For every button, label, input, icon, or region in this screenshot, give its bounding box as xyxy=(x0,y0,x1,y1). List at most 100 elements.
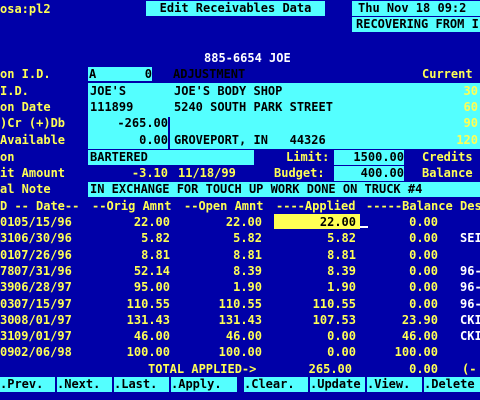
menu-clear-button[interactable]: .Clear. xyxy=(244,377,308,392)
col-header-orig-amount: --Orig Amnt xyxy=(92,199,172,213)
cell-orig-amount: 52.14 xyxy=(133,263,170,278)
customer-city-state-zip: GROVEPORT, IN 44326 xyxy=(174,133,326,147)
reason-field[interactable]: BARTERED xyxy=(88,150,254,165)
cell-date: 07/26/96 xyxy=(14,247,72,262)
menu-prev-button[interactable]: .Prev. xyxy=(0,377,55,392)
app-id: osa:pl2 xyxy=(0,2,51,16)
cell-id: 09 xyxy=(0,345,15,360)
credit-date-value: 11/18/99 xyxy=(178,166,236,180)
cell-applied[interactable]: 1.90 xyxy=(276,280,356,294)
cell-description: CKI xyxy=(460,312,480,327)
cell-applied[interactable]: 110.55 xyxy=(276,297,356,311)
date-time: Thu Nov 18 09:2 xyxy=(352,1,480,16)
total-applied-value: 265.00 xyxy=(308,362,352,376)
aging-60: 60 xyxy=(463,100,478,114)
cell-orig-amount: 46.00 xyxy=(133,329,170,344)
total-applied-label: TOTAL APPLIED-> xyxy=(148,362,257,376)
label-balance: Balance xyxy=(422,166,473,180)
cell-orig-amount: 95.00 xyxy=(133,280,170,295)
screen-title: Edit Receivables Data xyxy=(146,1,325,16)
label-available: Available xyxy=(0,133,66,147)
cell-description: CKI xyxy=(460,329,480,344)
date-field[interactable]: 111899 xyxy=(90,100,133,114)
cell-id: 31 xyxy=(0,329,15,344)
label-id: I.D. xyxy=(0,84,29,98)
cell-balance: 0.00 xyxy=(409,231,438,246)
label-credit-amount: it Amount xyxy=(0,166,66,180)
cell-open-amount: 131.43 xyxy=(218,312,262,327)
cell-id: 01 xyxy=(0,247,15,262)
cell-applied[interactable]: 8.39 xyxy=(276,264,356,278)
cell-orig-amount: 131.43 xyxy=(126,312,170,327)
label-limit: Limit: xyxy=(286,150,330,164)
note-field[interactable]: IN EXCHANGE FOR TOUCH UP WORK DONE ON TR… xyxy=(88,182,480,197)
account-phone-name: 885-6654 JOE xyxy=(204,51,291,65)
cell-date: 07/15/97 xyxy=(14,296,72,311)
cell-open-amount: 8.39 xyxy=(233,263,262,278)
cell-applied[interactable]: 0.00 xyxy=(276,329,356,343)
credit-amount-value: -3.10 xyxy=(131,166,168,180)
menu-apply-button[interactable]: .Apply. xyxy=(171,377,237,392)
adjustment-label: ADJUSTMENT xyxy=(173,67,246,81)
cell-balance: 0.00 xyxy=(409,280,438,295)
cell-applied[interactable]: 8.81 xyxy=(276,248,356,262)
cell-date: 05/15/96 xyxy=(14,215,72,229)
label-current: Current xyxy=(422,67,473,81)
cell-id: 78 xyxy=(0,263,15,278)
cell-balance: 0.00 xyxy=(409,296,438,311)
cell-date: 02/06/98 xyxy=(14,345,72,360)
cell-applied[interactable]: 0.00 xyxy=(276,345,356,359)
menu-view-button[interactable]: .View. xyxy=(367,377,422,392)
menu-last-button[interactable]: .Last. xyxy=(114,377,169,392)
col-header-description: Des xyxy=(460,199,480,213)
sequence-field[interactable]: 0 xyxy=(103,67,152,81)
type-code-field[interactable]: A xyxy=(88,67,103,81)
amount-field[interactable]: -265.00 xyxy=(88,116,168,130)
cell-applied[interactable]: 22.00 xyxy=(276,215,356,229)
cell-orig-amount: 22.00 xyxy=(133,215,170,229)
label-note: al Note xyxy=(0,182,51,196)
menu-next-button[interactable]: .Next. xyxy=(57,377,112,392)
aging-120: 120 xyxy=(456,133,478,147)
cell-applied[interactable]: 107.53 xyxy=(276,313,356,327)
label-reason: on xyxy=(0,150,15,164)
cell-description: SEI xyxy=(460,231,480,246)
col-header-applied: ----Applied xyxy=(276,199,356,213)
cell-open-amount: 46.00 xyxy=(225,329,262,344)
cell-date: 06/30/96 xyxy=(14,231,72,246)
cell-id: 39 xyxy=(0,280,15,295)
col-header-id: D -- xyxy=(0,199,29,213)
cell-open-amount: 8.81 xyxy=(233,247,262,262)
label-budget: Budget: xyxy=(274,166,325,180)
cell-balance: 23.90 xyxy=(401,312,438,327)
cell-orig-amount: 100.00 xyxy=(126,345,170,360)
budget-value: 400.00 xyxy=(334,166,404,181)
label-location-id: on I.D. xyxy=(0,67,51,81)
customer-name: JOE'S BODY SHOP xyxy=(174,84,283,98)
cell-id: 30 xyxy=(0,312,15,327)
customer-code-field[interactable]: JOE'S xyxy=(90,84,126,98)
cell-applied[interactable]: 5.82 xyxy=(276,231,356,245)
cell-date: 09/01/97 xyxy=(14,329,72,344)
menu-delete-button[interactable]: .Delete xyxy=(424,377,480,392)
aging-90: 90 xyxy=(463,116,478,130)
total-balance-value: 0.00 xyxy=(409,362,438,376)
label-location-date: on Date xyxy=(0,100,51,114)
label-cr-db: )Cr (+)Db xyxy=(0,116,66,130)
cell-description: 96- xyxy=(460,263,480,278)
menu-update-button[interactable]: .Update xyxy=(310,377,365,392)
cell-date: 08/01/97 xyxy=(14,312,72,327)
cell-description: 96- xyxy=(460,280,480,295)
aging-30: 30 xyxy=(463,84,478,98)
customer-address: 5240 SOUTH PARK STREET xyxy=(174,100,333,114)
cell-open-amount: 100.00 xyxy=(218,345,262,360)
col-header-balance: -----Balance xyxy=(366,199,453,213)
cell-date: 06/28/97 xyxy=(14,280,72,295)
cell-balance: 0.00 xyxy=(409,247,438,262)
cell-balance: 100.00 xyxy=(394,345,438,360)
cell-date: 07/31/96 xyxy=(14,263,72,278)
label-credits: Credits xyxy=(422,150,473,164)
cell-description: 96- xyxy=(460,296,480,311)
cell-balance: 46.00 xyxy=(401,329,438,344)
limit-value: 1500.00 xyxy=(334,150,404,165)
